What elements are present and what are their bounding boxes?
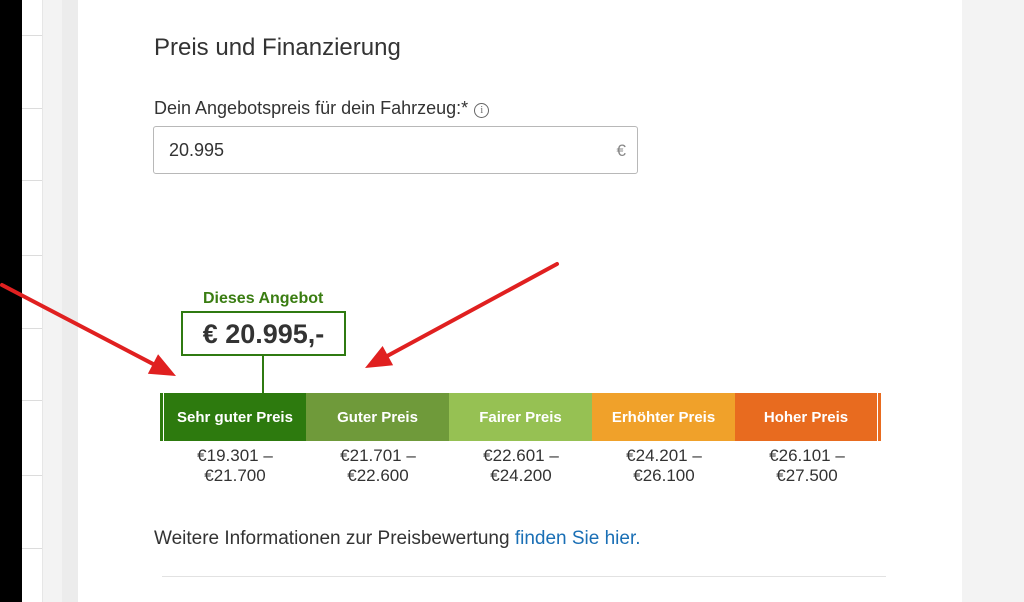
info-icon[interactable]: i xyxy=(474,103,490,118)
price-segment-sehr-gut: Sehr guter Preis xyxy=(164,393,306,441)
price-segment-fair: Fairer Preis xyxy=(449,393,592,441)
price-segment-erhoeht: Erhöhter Preis xyxy=(592,393,735,441)
price-range-sehr-gut: €19.301 – €21.700 xyxy=(197,446,273,485)
divider xyxy=(162,576,886,577)
left-black-edge xyxy=(0,0,22,602)
offer-label: Dieses Angebot xyxy=(203,290,324,307)
price-range-hoch: €26.101 – €27.500 xyxy=(769,446,845,485)
price-label-text: Dein Angebotspreis für dein Fahrzeug:* xyxy=(154,98,469,118)
price-segment-hoch: Hoher Preis xyxy=(735,393,877,441)
price-range-gut: €21.701 – €22.600 xyxy=(340,446,416,485)
price-input[interactable] xyxy=(169,127,589,173)
price-field-label: Dein Angebotspreis für dein Fahrzeug:* i xyxy=(154,98,490,119)
left-sidebar-strip xyxy=(22,0,43,602)
more-info-link[interactable]: finden Sie hier. xyxy=(515,528,641,549)
more-info-text: Weitere Informationen zur Preisbewertung… xyxy=(154,528,641,549)
price-range-erhoeht: €24.201 – €26.100 xyxy=(626,446,702,485)
price-range-fair: €22.601 – €24.200 xyxy=(483,446,559,485)
price-rating-scale: Sehr guter Preis Guter Preis Fairer Prei… xyxy=(160,393,881,441)
price-segment-gut: Guter Preis xyxy=(306,393,449,441)
offer-pointer-line xyxy=(262,354,264,393)
euro-suffix: € xyxy=(616,141,626,160)
price-input-box[interactable]: € xyxy=(153,126,638,174)
offer-price-box: € 20.995,- xyxy=(181,311,346,356)
section-title: Preis und Finanzierung xyxy=(154,34,401,61)
